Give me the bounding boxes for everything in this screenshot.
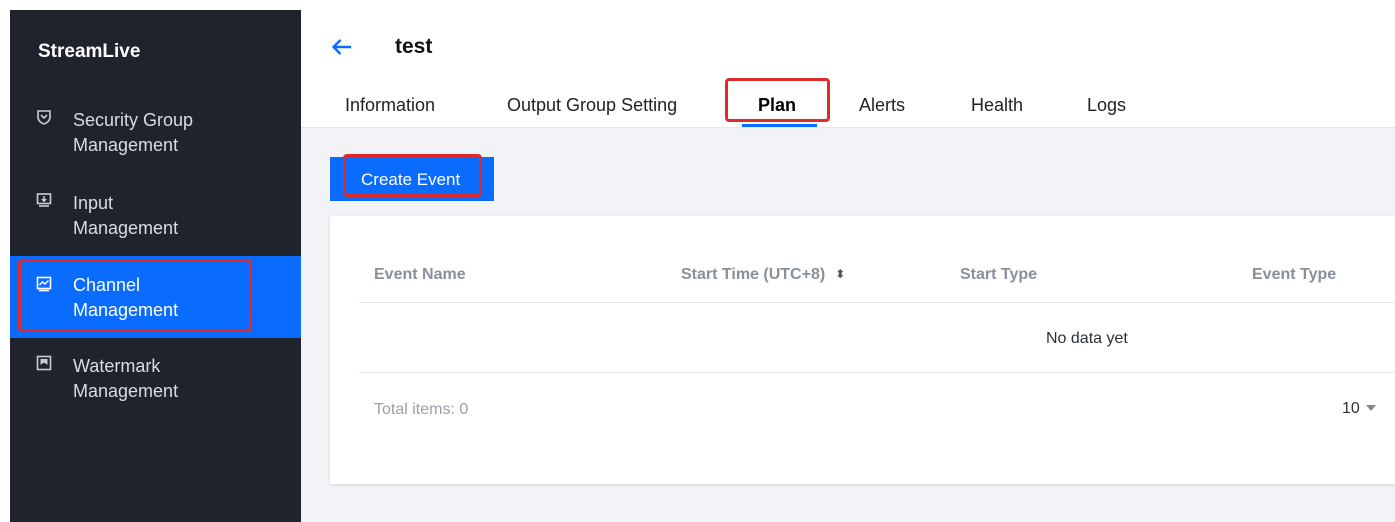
footer-divider <box>359 372 1395 373</box>
page-size-select[interactable]: 10 <box>1342 400 1376 418</box>
chevron-down-icon <box>1365 405 1376 411</box>
column-header-start-type: Start Type <box>960 266 1038 283</box>
page-title: test <box>395 35 433 58</box>
header-divider <box>359 302 1395 303</box>
watermark-icon <box>36 355 52 371</box>
input-icon <box>36 193 52 207</box>
sidebar-item-label: Security Group Management <box>73 110 194 155</box>
back-arrow-icon[interactable] <box>331 38 353 56</box>
total-items: Total items: 0 <box>374 401 469 418</box>
empty-state-text: No data yet <box>1046 330 1128 347</box>
shield-icon <box>37 110 51 125</box>
highlight-outline <box>343 154 482 197</box>
tab-information[interactable]: Information <box>345 95 435 116</box>
sidebar-item-input[interactable]: Input Management <box>10 191 301 251</box>
content-area: Create Event Event Name Start Time (UTC+… <box>301 128 1395 522</box>
highlight-outline <box>725 78 830 122</box>
tab-output-group-setting[interactable]: Output Group Setting <box>507 95 677 116</box>
tab-health[interactable]: Health <box>971 95 1023 116</box>
column-header-event-type: Event Type <box>1252 266 1337 283</box>
tab-alerts[interactable]: Alerts <box>859 95 905 116</box>
tab-logs[interactable]: Logs <box>1087 95 1126 116</box>
sidebar-item-label: Watermark Management <box>73 356 179 401</box>
sidebar: StreamLive Security Group Management Inp… <box>10 10 301 522</box>
sidebar-item-label: Input Management <box>73 193 179 238</box>
events-table: Event Name Start Time (UTC+8) ⬍ Start Typ… <box>330 216 1395 484</box>
page-header: test Information Output Group Setting Pl… <box>301 10 1395 128</box>
active-tab-indicator <box>742 124 817 127</box>
column-header-event-name: Event Name <box>374 266 466 283</box>
column-header-start-time[interactable]: Start Time (UTC+8) ⬍ <box>681 266 845 284</box>
create-event-button[interactable]: Create Event <box>330 154 494 201</box>
sort-icon[interactable]: ⬍ <box>835 267 845 281</box>
highlight-outline <box>18 259 252 332</box>
sidebar-item-channel[interactable]: Channel Management <box>10 256 301 338</box>
sidebar-item-watermark[interactable]: Watermark Management <box>10 354 301 414</box>
brand-title: StreamLive <box>38 41 141 62</box>
sidebar-item-security-group[interactable]: Security Group Management <box>10 108 301 168</box>
